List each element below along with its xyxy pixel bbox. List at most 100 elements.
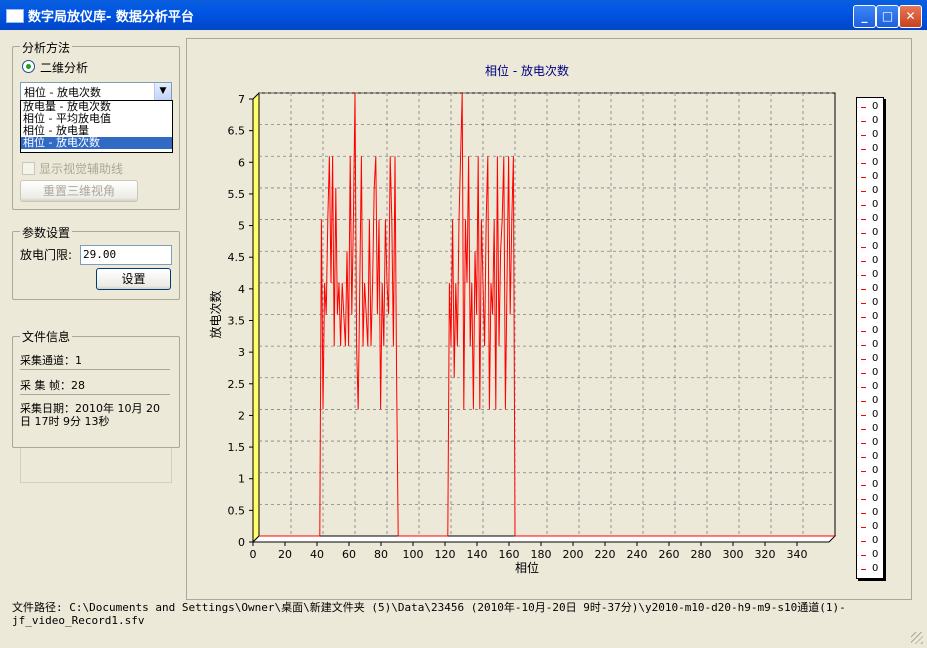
legend-value: 0	[872, 255, 879, 266]
legend-swatch	[861, 205, 866, 206]
legend-swatch	[861, 499, 866, 500]
legend-swatch	[861, 275, 866, 276]
legend-entry: 0	[859, 450, 881, 464]
analysis-type-select[interactable]: 相位 - 放电次数 ▼	[20, 82, 172, 101]
window-title: 数字局放仪库- 数据分析平台	[28, 10, 194, 25]
legend-swatch	[861, 135, 866, 136]
app-window: 数字局放仪库- 数据分析平台 _ □ ✕ 分析方法 二维分析 相位 - 放电次数…	[0, 0, 927, 648]
legend-value: 0	[872, 353, 879, 364]
legend-entry: 0	[859, 408, 881, 422]
legend-value: 0	[872, 115, 879, 126]
x-tick-label: 80	[374, 548, 388, 561]
guide-lines-checkbox[interactable]	[22, 162, 35, 175]
legend-entry: 0	[859, 310, 881, 324]
resize-grip[interactable]	[911, 632, 923, 644]
channel-info: 采集通道：1	[20, 352, 170, 370]
legend-entry: 0	[859, 352, 881, 366]
legend-value: 0	[872, 451, 879, 462]
legend-entry: 0	[859, 184, 881, 198]
analysis-type-dropdown: 放电量 - 放电次数 相位 - 平均放电值 相位 - 放电量 相位 - 放电次数	[20, 100, 173, 153]
legend-entry: 0	[859, 226, 881, 240]
dropdown-item-selected[interactable]: 相位 - 放电次数	[21, 137, 172, 149]
legend-entry: 0	[859, 128, 881, 142]
y-tick-label: 5	[238, 220, 245, 233]
legend-entry: 0	[859, 464, 881, 478]
legend-swatch	[861, 331, 866, 332]
x-tick-label: 300	[723, 548, 744, 561]
legend-swatch	[861, 177, 866, 178]
legend-entry: 0	[859, 338, 881, 352]
y-tick-label: 2	[238, 409, 245, 422]
legend-entry: 0	[859, 534, 881, 548]
app-icon	[6, 9, 24, 23]
legend-swatch	[861, 149, 866, 150]
x-axis-label: 相位	[515, 560, 539, 575]
legend-value: 0	[872, 269, 879, 280]
legend-entry: 0	[859, 156, 881, 170]
legend-entry: 0	[859, 212, 881, 226]
x-tick-label: 220	[595, 548, 616, 561]
legend-value: 0	[872, 479, 879, 490]
legend-value: 0	[872, 535, 879, 546]
file-info-extra-box	[20, 448, 172, 483]
x-tick-label: 260	[659, 548, 680, 561]
legend-entry: 0	[859, 478, 881, 492]
chevron-down-icon[interactable]: ▼	[154, 83, 171, 100]
reset-3d-view-button[interactable]: 重置三维视角	[20, 180, 138, 202]
legend-swatch	[861, 457, 866, 458]
legend-value: 0	[872, 227, 879, 238]
title-bar[interactable]: 数字局放仪库- 数据分析平台 _ □ ✕	[0, 0, 927, 30]
legend-value: 0	[872, 339, 879, 350]
legend-swatch	[861, 527, 866, 528]
legend-value: 0	[872, 423, 879, 434]
legend-swatch	[861, 471, 866, 472]
legend-entry: 0	[859, 506, 881, 520]
legend-entry: 0	[859, 282, 881, 296]
legend-swatch	[861, 219, 866, 220]
legend-entry: 0	[859, 170, 881, 184]
legend-entry: 0	[859, 492, 881, 506]
legend-value: 0	[872, 185, 879, 196]
legend-entry: 0	[859, 198, 881, 212]
legend-value: 0	[872, 325, 879, 336]
legend-value: 0	[872, 437, 879, 448]
threshold-input[interactable]: 29.00	[80, 245, 172, 265]
close-button[interactable]: ✕	[899, 5, 922, 28]
legend-value: 0	[872, 143, 879, 154]
chart-panel: 0 0.5 1 1.5 2 2.5 3 3.5 4 4.5 5 5.5 6 6.5 7 0 20 40 60 80 10…	[186, 38, 912, 600]
legend-value: 0	[872, 129, 879, 140]
legend-value: 0	[872, 101, 879, 112]
legend-entry: 0	[859, 268, 881, 282]
y-tick-label: 4.5	[228, 251, 246, 264]
y-tick-label: 0	[238, 536, 245, 549]
minimize-button[interactable]: _	[853, 5, 876, 28]
frames-info: 采 集 帧：28	[20, 377, 170, 395]
legend-swatch	[861, 373, 866, 374]
legend-swatch	[861, 163, 866, 164]
legend-swatch	[861, 415, 866, 416]
legend-value: 0	[872, 311, 879, 322]
legend-swatch	[861, 247, 866, 248]
y-tick-label: 1	[238, 473, 245, 486]
y-tick-label: 4	[238, 283, 245, 296]
y-tick-label: 3	[238, 346, 245, 359]
legend-swatch	[861, 233, 866, 234]
x-tick-label: 0	[250, 548, 257, 561]
x-tick-label: 320	[755, 548, 776, 561]
legend-swatch	[861, 317, 866, 318]
legend-swatch	[861, 429, 866, 430]
maximize-button[interactable]: □	[876, 5, 899, 28]
legend-entry: 0	[859, 422, 881, 436]
legend-swatch	[861, 555, 866, 556]
legend-swatch	[861, 303, 866, 304]
legend-swatch	[861, 569, 866, 570]
legend-value: 0	[872, 507, 879, 518]
set-button[interactable]: 设置	[96, 268, 171, 290]
legend-value: 0	[872, 465, 879, 476]
legend-value: 0	[872, 283, 879, 294]
radio-2d-analysis[interactable]	[22, 60, 35, 73]
threshold-label: 放电门限:	[20, 248, 73, 262]
y-tick-label: 7	[238, 93, 245, 106]
legend-swatch	[861, 443, 866, 444]
params-title: 参数设置	[20, 224, 73, 241]
